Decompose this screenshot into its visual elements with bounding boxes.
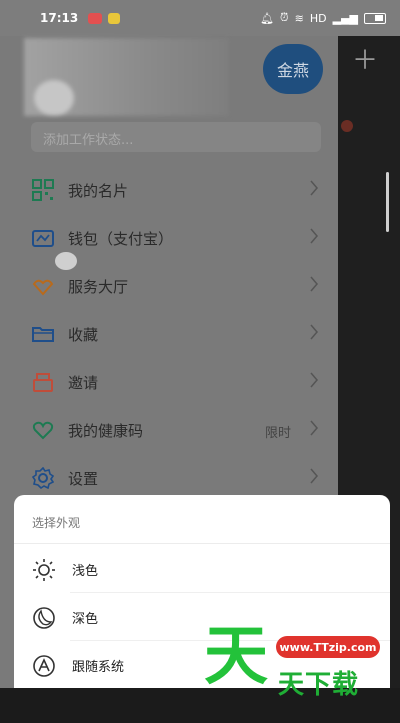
battery-icon — [364, 12, 386, 24]
wallet-icon — [32, 230, 54, 247]
chevron-right-icon — [310, 180, 318, 196]
watermark-big-char: 天 — [204, 620, 268, 694]
profile-header[interactable] — [24, 38, 229, 116]
plus-icon: ＋ — [352, 46, 379, 76]
bell-icon: 🔔︎ — [260, 11, 275, 25]
app-notification-icon — [108, 12, 121, 24]
notification-icon — [88, 12, 103, 24]
qrcode-icon — [32, 179, 54, 201]
divider — [14, 543, 390, 544]
watermark-url: www.TTzip.com — [276, 636, 380, 658]
moon-icon — [33, 607, 55, 629]
signal-icon: ▂▄▆ — [332, 11, 358, 25]
drawer-menu: 我的名片 钱包（支付宝） 服务大厅 收藏 邀请 我的健康码 限时 设置 — [0, 166, 338, 502]
watermark-text: 天下载 — [278, 670, 360, 700]
scrollbar — [386, 172, 389, 232]
unread-badge — [341, 120, 353, 132]
sheet-title: 选择外观 — [32, 516, 81, 530]
chevron-right-icon — [310, 324, 318, 340]
status-bar: 17:13 🔔︎ ⏰︎ ≋ HD ▂▄▆ — [0, 0, 400, 36]
menu-label: 我的名片 — [68, 182, 129, 200]
network-label: HD — [309, 11, 327, 25]
menu-item-health-code[interactable]: 我的健康码 限时 — [0, 406, 338, 454]
menu-item-favorites[interactable]: 收藏 — [0, 310, 338, 358]
status-icons: 🔔︎ ⏰︎ ≋ HD ▂▄▆ — [260, 11, 386, 25]
alarm-icon: ⏰︎ — [280, 11, 289, 24]
invite-icon — [33, 373, 53, 392]
status-time: 17:13 — [40, 11, 79, 25]
gear-icon — [32, 467, 54, 489]
menu-item-wallet[interactable]: 钱包（支付宝） — [0, 214, 338, 262]
menu-label: 服务大厅 — [68, 278, 129, 296]
menu-item-invite[interactable]: 邀请 — [0, 358, 338, 406]
menu-item-business-card[interactable]: 我的名片 — [0, 166, 338, 214]
chevron-right-icon — [310, 468, 318, 484]
chevron-right-icon — [310, 228, 318, 244]
wifi-icon: ≋ — [294, 11, 304, 25]
menu-label: 收藏 — [68, 326, 99, 344]
menu-label: 邀请 — [68, 374, 99, 392]
watermark-logo: 天 www.TTzip.com 天下载 — [204, 622, 394, 700]
folder-icon — [32, 327, 54, 342]
avatar[interactable]: 金燕 — [263, 44, 323, 94]
limited-time-tag: 限时 — [265, 426, 292, 441]
option-label: 浅色 — [72, 564, 99, 579]
menu-item-service-hall[interactable]: 服务大厅 — [0, 262, 338, 310]
menu-label: 设置 — [68, 470, 99, 488]
option-light[interactable]: 浅色 — [14, 545, 390, 593]
profile-photo — [34, 80, 74, 116]
menu-label: 我的健康码 — [68, 422, 144, 440]
option-label: 深色 — [72, 612, 99, 627]
option-label: 跟随系统 — [72, 660, 125, 675]
chevron-right-icon — [310, 420, 318, 436]
chevron-right-icon — [310, 276, 318, 292]
auto-icon — [33, 655, 55, 677]
heart-icon — [32, 421, 54, 440]
sun-icon — [33, 559, 55, 581]
handshake-icon — [32, 279, 54, 296]
chevron-right-icon — [310, 372, 318, 388]
menu-label: 钱包（支付宝） — [68, 230, 174, 248]
touch-indicator — [55, 252, 77, 270]
work-status-input[interactable]: 添加工作状态... — [31, 122, 321, 152]
